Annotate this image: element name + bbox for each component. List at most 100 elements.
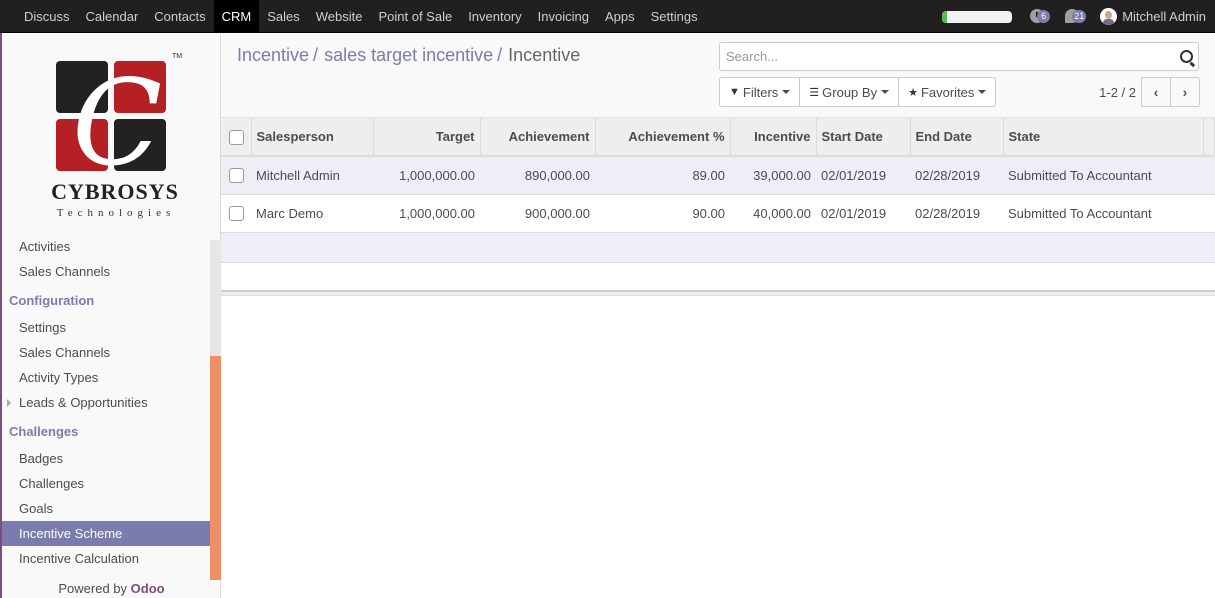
sidebar-item-label: Activities — [19, 239, 71, 254]
breadcrumb-item[interactable]: Incentive — [237, 45, 309, 66]
row-select-cell — [221, 156, 251, 195]
cell-filler — [1203, 156, 1215, 195]
column-header-end-date[interactable]: End Date — [910, 118, 1004, 157]
empty-cell — [221, 232, 1215, 263]
search-options: ▼ Filters ☰ Group By ★ Favorites — [719, 77, 997, 107]
user-menu[interactable]: Mitchell Admin — [1100, 8, 1215, 25]
column-header-achievement[interactable]: Achievement — [480, 118, 596, 157]
cell-achievement-: 90.00 — [595, 194, 730, 233]
empty-row — [221, 232, 1215, 263]
logo-monogram: C — [72, 54, 163, 192]
logo-trademark: TM — [172, 53, 183, 60]
powered-brand[interactable]: Odoo — [131, 581, 165, 596]
column-header-salesperson[interactable]: Salesperson — [251, 118, 374, 157]
powered-prefix: Powered by — [58, 581, 128, 596]
cell-start-date: 02/01/2019 — [816, 156, 910, 195]
breadcrumb: Incentive / sales target incentive / Inc… — [237, 45, 580, 66]
messaging-menu[interactable]: 21 — [1065, 7, 1089, 27]
app-menu-apps[interactable]: Apps — [597, 0, 643, 33]
app-menu-sales[interactable]: Sales — [259, 0, 308, 33]
sidebar-item-sales-channels[interactable]: Sales Channels — [2, 340, 210, 365]
search-input[interactable] — [720, 43, 1160, 70]
sidebar-item-label: Challenges — [19, 476, 85, 491]
app-menu-discuss[interactable]: Discuss — [16, 0, 78, 33]
scrollbar-thumb[interactable] — [210, 356, 221, 580]
group-by-button[interactable]: ☰ Group By — [799, 77, 900, 107]
sidebar-item-badges[interactable]: Badges — [2, 446, 210, 471]
powered-by: Powered by Odoo — [2, 581, 221, 596]
filter-icon: ▼ — [729, 86, 740, 98]
bars-icon: ☰ — [809, 86, 820, 99]
sidebar-item-label: Leads & Opportunities — [19, 395, 148, 410]
caret-down-icon — [782, 90, 791, 94]
activity-count-badge: 6 — [1037, 9, 1051, 23]
table-row[interactable]: Mitchell Admin 1,000,000.00 890,000.00 89.0… — [221, 156, 1215, 195]
caret-down-icon — [881, 90, 890, 94]
column-header-incentive[interactable]: Incentive — [730, 118, 817, 157]
sidebar-item-sales-channels[interactable]: Sales Channels — [2, 259, 210, 284]
cell-filler — [1203, 194, 1215, 233]
progress-fill — [942, 10, 948, 23]
favorites-button[interactable]: ★ Favorites — [898, 77, 997, 107]
sidebar-item-goals[interactable]: Goals — [2, 496, 210, 521]
sidebar-item-label: Sales Channels — [19, 264, 111, 279]
column-header-start-date[interactable]: Start Date — [816, 118, 911, 157]
app-menu-calendar[interactable]: Calendar — [78, 0, 147, 33]
cell-salesperson: Mitchell Admin — [251, 156, 373, 195]
cell-achievement: 890,000.00 — [480, 156, 595, 195]
column-header-target[interactable]: Target — [373, 118, 481, 157]
table-row[interactable]: Marc Demo 1,000,000.00 900,000.00 90.00 40,0… — [221, 194, 1215, 233]
cell-end-date: 02/28/2019 — [910, 194, 1003, 233]
sidebar-item-activities[interactable]: Activities — [2, 234, 210, 259]
systray: 6 21 Mitchell Admin — [942, 0, 1215, 33]
app-menu-point-of-sale[interactable]: Point of Sale — [370, 0, 460, 33]
cell-state: Submitted To Accountant — [1003, 194, 1203, 233]
sidebar-item-label: Settings — [19, 320, 66, 335]
sidebar-item-label: Incentive Scheme — [19, 526, 123, 541]
pager-previous-button[interactable]: ‹ — [1141, 77, 1171, 107]
column-header-achievement-[interactable]: Achievement % — [595, 118, 731, 157]
app-menu-settings[interactable]: Settings — [643, 0, 706, 33]
group-by-label: Group By — [822, 84, 878, 100]
app-menu-contacts[interactable]: Contacts — [146, 0, 213, 33]
search-icon[interactable] — [1180, 50, 1193, 63]
breadcrumb-separator: / — [497, 45, 503, 65]
cell-target: 1,000,000.00 — [373, 156, 480, 195]
sidebar-item-label: Badges — [19, 451, 64, 466]
pager-value[interactable]: 1-2 / 2 — [1099, 85, 1136, 100]
pager-next-button[interactable]: › — [1170, 77, 1200, 107]
app-menu-invoicing[interactable]: Invoicing — [530, 0, 597, 33]
breadcrumb-current: Incentive — [508, 45, 581, 65]
sidebar-item-activity-types[interactable]: Activity Types — [2, 365, 210, 390]
app-menu-website[interactable]: Website — [308, 0, 371, 33]
select-all-cell — [221, 118, 252, 157]
filters-button[interactable]: ▼ Filters — [719, 77, 801, 107]
sidebar-section-challenges: Challenges — [9, 424, 79, 439]
breadcrumb-item[interactable]: sales target incentive — [324, 45, 493, 66]
main-content: Incentive / sales target incentive / Inc… — [221, 33, 1215, 598]
sidebar-item-settings[interactable]: Settings — [2, 315, 210, 340]
filters-label: Filters — [742, 84, 779, 100]
cell-incentive: 40,000.00 — [730, 194, 816, 233]
row-checkbox[interactable] — [229, 168, 244, 184]
sidebar-item-leads-opportunities[interactable]: Leads & Opportunities — [2, 390, 210, 415]
sidebar-item-incentive-scheme[interactable]: Incentive Scheme — [2, 521, 210, 546]
top-navbar: Discuss Calendar Contacts CRM Sales Website Po… — [0, 0, 1215, 33]
select-all-checkbox[interactable] — [229, 129, 244, 145]
row-checkbox[interactable] — [229, 206, 244, 222]
cell-achievement-: 89.00 — [595, 156, 730, 195]
cell-end-date: 02/28/2019 — [910, 156, 1003, 195]
company-logo: C TM CYBROSYS Technologies — [44, 51, 184, 221]
table-footer — [221, 290, 1215, 296]
activity-menu[interactable]: 6 — [1030, 7, 1054, 27]
app-menu-crm[interactable]: CRM — [213, 0, 260, 33]
pager: 1-2 / 2 ‹ › — [1099, 77, 1200, 107]
sidebar-item-challenges[interactable]: Challenges — [2, 471, 210, 496]
cell-achievement: 900,000.00 — [480, 194, 595, 233]
sidebar-scrollbar[interactable] — [210, 240, 221, 580]
empty-row — [221, 262, 1215, 293]
column-header-state[interactable]: State — [1003, 118, 1204, 157]
app-menu-inventory[interactable]: Inventory — [460, 0, 529, 33]
sidebar-item-label: Sales Channels — [19, 345, 111, 360]
sidebar-item-incentive-calculation[interactable]: Incentive Calculation — [2, 546, 210, 571]
